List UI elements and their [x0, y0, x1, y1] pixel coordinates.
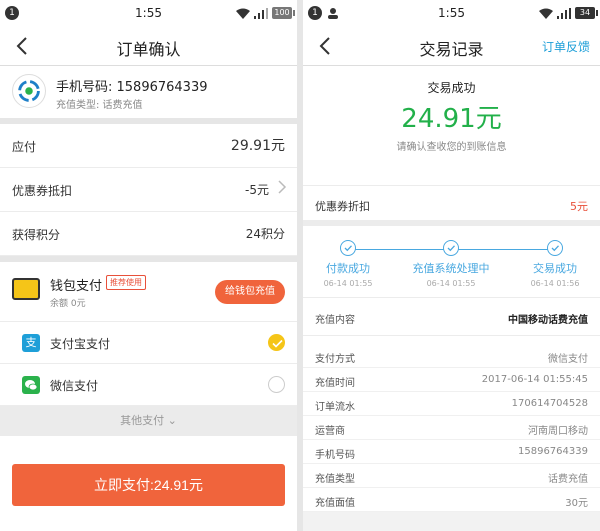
detail-value: 话费充值: [548, 474, 588, 485]
points-label: 获得积分: [12, 228, 61, 242]
radio-unchecked-icon[interactable]: [268, 376, 285, 393]
transaction-record-screen: 1 1:55 34 交易记录 订单反馈 交易成功 24.91元 请确认查收您的到…: [303, 0, 600, 531]
phone-number: 手机号码: 15896764339: [56, 80, 208, 95]
signal-icon: [557, 7, 571, 19]
payable-value: 29.91元: [230, 138, 285, 154]
wifi-icon: [236, 8, 250, 19]
detail-row: 订单流水 170614704528: [303, 392, 600, 416]
detail-value: 15896764339: [518, 446, 588, 457]
detail-row: 充值内容 中国移动话费充值: [303, 298, 600, 336]
wechat-icon: [22, 376, 40, 394]
check-circle-icon: [340, 240, 356, 256]
detail-value: 170614704528: [511, 398, 588, 409]
wallet-pay-option[interactable]: 钱包支付 推荐使用 余额 0元 给钱包充值: [0, 262, 297, 322]
detail-label: 充值面值: [315, 498, 355, 509]
system-icons: 34: [539, 7, 598, 19]
wallet-topup-button[interactable]: 给钱包充值: [215, 280, 285, 304]
recharge-type: 充值类型: 话费充值: [56, 100, 143, 111]
transaction-amount: 24.91元: [401, 104, 502, 134]
detail-label: 订单流水: [315, 402, 355, 413]
transaction-status: 交易成功: [427, 81, 476, 95]
step-time: 06-14 01:56: [530, 279, 580, 288]
step-name: 交易成功: [533, 262, 577, 275]
detail-row: 充值面值 30元: [303, 488, 600, 512]
payment-option-label: 微信支付: [50, 379, 99, 393]
timeline-step: 充值系统处理中 06-14 01:55: [406, 240, 496, 288]
payment-option-label: 支付宝支付: [50, 337, 111, 351]
transaction-summary: 交易成功 24.91元 请确认查收您的到账信息: [303, 66, 600, 186]
timeline-step: 付款成功 06-14 01:55: [303, 240, 393, 288]
coupon-row[interactable]: 优惠券抵扣 -5元: [0, 168, 297, 212]
system-icons: 100: [236, 7, 295, 19]
detail-row: 充值时间 2017-06-14 01:55:45: [303, 368, 600, 392]
detail-value: 30元: [565, 498, 588, 509]
detail-label: 充值时间: [315, 378, 355, 389]
check-circle-icon: [547, 240, 563, 256]
pay-bar: 立即支付:24.91元: [0, 436, 297, 531]
battery-icon: 100: [272, 7, 295, 19]
nav-bar: 订单确认: [0, 26, 297, 66]
payable-row: 应付 29.91元: [0, 124, 297, 168]
recommend-badge: 推荐使用: [106, 275, 146, 290]
product-card: 手机号码: 15896764339 充值类型: 话费充值: [0, 66, 297, 124]
points-row: 获得积分 24积分: [0, 212, 297, 256]
coupon-discount-value: 5元: [570, 200, 588, 213]
detail-value: 2017-06-14 01:55:45: [481, 374, 588, 385]
payment-option-alipay[interactable]: 支 支付宝支付: [0, 322, 297, 364]
step-name: 付款成功: [326, 262, 370, 275]
detail-row: 手机号码 15896764339: [303, 440, 600, 464]
detail-value: 河南周口移动: [528, 426, 588, 437]
detail-row: 充值类型 话费充值: [303, 464, 600, 488]
wifi-icon: [539, 8, 553, 19]
progress-timeline: 付款成功 06-14 01:55 充值系统处理中 06-14 01:55 交易成…: [303, 226, 600, 298]
wallet-icon: [12, 278, 40, 300]
wallet-balance: 余额 0元: [50, 299, 86, 309]
other-payment-toggle[interactable]: 其他支付 ⌄: [0, 406, 297, 436]
order-feedback-link[interactable]: 订单反馈: [542, 38, 590, 55]
detail-value: 中国移动话费充值: [508, 315, 588, 326]
transaction-details: 充值内容 中国移动话费充值 支付方式 微信支付 充值时间 2017-06-14 …: [303, 298, 600, 512]
detail-label: 充值内容: [315, 315, 355, 326]
battery-icon: 34: [575, 7, 598, 19]
coupon-label: 优惠券抵扣: [12, 184, 73, 198]
detail-value: 微信支付: [548, 354, 588, 365]
chevron-right-icon: [278, 180, 287, 194]
payment-option-wechat[interactable]: 微信支付: [0, 364, 297, 406]
detail-label: 运营商: [315, 426, 345, 437]
step-name: 充值系统处理中: [412, 262, 490, 275]
order-confirm-screen: 1 1:55 100 订单确认 手机号码: 15896764339 充值类型: …: [0, 0, 297, 531]
detail-label: 充值类型: [315, 474, 355, 485]
divider: [303, 336, 600, 344]
wallet-name: 钱包支付: [50, 279, 103, 294]
nav-bar: 交易记录 订单反馈: [303, 26, 600, 66]
confirm-hint: 请确认查收您的到账信息: [396, 142, 507, 153]
pay-now-button[interactable]: 立即支付:24.91元: [12, 464, 285, 506]
detail-label: 手机号码: [315, 450, 355, 461]
step-time: 06-14 01:55: [323, 279, 373, 288]
alipay-icon: 支: [22, 334, 40, 352]
points-value: 24积分: [245, 227, 285, 241]
coupon-discount-row: 优惠券折扣 5元: [303, 186, 600, 226]
detail-label: 支付方式: [315, 354, 355, 365]
detail-row: 运营商 河南周口移动: [303, 416, 600, 440]
check-circle-icon: [443, 240, 459, 256]
status-bar: 1 1:55 34: [303, 0, 600, 26]
coupon-value: -5元: [245, 183, 269, 197]
timeline-step: 交易成功 06-14 01:56: [510, 240, 600, 288]
status-bar: 1 1:55 100: [0, 0, 297, 26]
payable-label: 应付: [12, 140, 37, 154]
coupon-discount-label: 优惠券折扣: [315, 200, 370, 213]
radio-checked-icon[interactable]: [268, 334, 285, 351]
china-mobile-logo-icon: [12, 74, 46, 108]
page-title: 订单确认: [116, 40, 181, 59]
signal-icon: [254, 7, 268, 19]
step-time: 06-14 01:55: [426, 279, 476, 288]
detail-row: 支付方式 微信支付: [303, 344, 600, 368]
